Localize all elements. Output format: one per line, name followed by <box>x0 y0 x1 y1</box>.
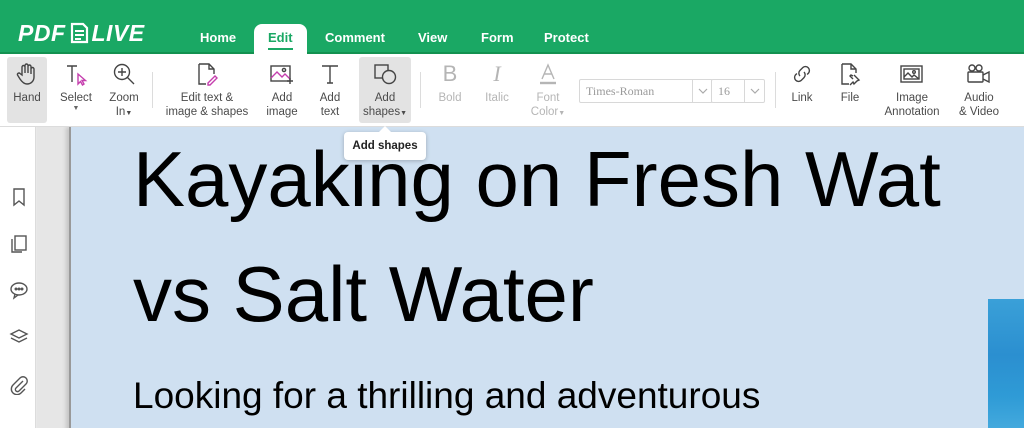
shapes-icon <box>359 57 411 91</box>
edit-toolbar: Hand Select ▼ Zoom In▼ Edit text & image… <box>0 54 1024 127</box>
hand-label: Hand <box>13 92 41 104</box>
bold-button[interactable]: B Bold <box>430 57 470 123</box>
edit-text-label-line2: image & shapes <box>165 106 249 118</box>
document-title-line2: vs Salt Water <box>133 250 594 338</box>
image-annotation-label-line1: Image <box>896 92 928 104</box>
add-image-label-line1: Add <box>271 92 293 104</box>
toolbar-divider <box>420 72 421 108</box>
tab-protect[interactable]: Protect <box>530 24 603 54</box>
chevron-down-icon <box>692 80 712 102</box>
add-shapes-label-line2: shapes▼ <box>362 106 408 118</box>
audio-video-label-line1: Audio <box>964 92 994 104</box>
file-label: File <box>840 92 860 104</box>
zoom-in-icon <box>104 57 144 91</box>
video-camera-icon <box>954 57 1004 91</box>
font-size-select[interactable]: 16 <box>711 79 765 103</box>
bookmark-icon[interactable] <box>9 187 29 207</box>
zoom-label-line2: In▼ <box>115 106 133 118</box>
font-color-label-line1: Font <box>536 92 560 104</box>
layers-icon[interactable] <box>9 327 29 347</box>
select-text-icon <box>56 57 96 91</box>
add-image-button[interactable]: Add image <box>262 57 302 123</box>
add-text-label-line1: Add <box>319 92 341 104</box>
font-color-label-line2: Color▼ <box>530 106 566 118</box>
font-family-value: Times-Roman <box>586 84 655 98</box>
pages-icon[interactable] <box>9 233 29 253</box>
add-text-button[interactable]: Add text <box>310 57 350 123</box>
audio-video-label-line2: & Video <box>958 106 1000 118</box>
tab-home[interactable]: Home <box>186 24 250 54</box>
select-dropdown-caret[interactable]: ▼ <box>56 105 96 113</box>
logo-text-pdf: PDF <box>18 19 66 46</box>
hand-tool-button[interactable]: Hand <box>7 57 47 123</box>
logo-document-icon <box>69 22 89 44</box>
zoom-in-button[interactable]: Zoom In▼ <box>104 57 144 123</box>
tab-comment[interactable]: Comment <box>311 24 399 54</box>
tab-edit[interactable]: Edit <box>254 24 307 54</box>
add-text-label-line2: text <box>320 106 340 118</box>
bold-icon: B <box>442 61 458 86</box>
toolbar-divider <box>775 72 776 108</box>
select-tool-button[interactable]: Select ▼ <box>56 57 96 123</box>
document-viewport[interactable]: Kayaking on Fresh Wat vs Salt Water Look… <box>37 127 1024 428</box>
logo-text-live: LIVE <box>91 19 145 46</box>
edit-document-icon <box>162 57 252 91</box>
edit-text-image-shapes-button[interactable]: Edit text & image & shapes <box>162 57 252 123</box>
add-shapes-button[interactable]: Add shapes▼ <box>359 57 411 123</box>
toolbar-divider <box>152 72 153 108</box>
add-shapes-tooltip: Add shapes <box>344 126 426 160</box>
zoom-label-line1: Zoom <box>109 92 139 104</box>
tab-view[interactable]: View <box>404 24 461 54</box>
image-annotation-button[interactable]: Image Annotation <box>880 57 944 123</box>
edit-text-label-line1: Edit text & <box>180 92 234 104</box>
tab-edit-label: Edit <box>268 30 293 45</box>
link-icon <box>783 57 821 91</box>
add-shapes-label-line1: Add <box>374 92 396 104</box>
audio-video-button[interactable]: Audio & Video <box>954 57 1004 123</box>
select-label: Select <box>60 92 92 104</box>
app-logo[interactable]: PDF LIVE <box>18 18 145 48</box>
link-button[interactable]: Link <box>783 57 821 123</box>
font-family-select[interactable]: Times-Roman <box>579 79 713 103</box>
add-image-label-line2: image <box>266 106 298 118</box>
attachment-icon[interactable] <box>9 375 29 396</box>
left-sidebar <box>0 127 36 428</box>
pdf-page[interactable]: Kayaking on Fresh Wat vs Salt Water Look… <box>69 127 1024 428</box>
italic-icon: I <box>493 61 501 86</box>
hand-icon <box>7 57 47 91</box>
file-pin-icon <box>831 57 869 91</box>
bold-label: Bold <box>438 92 462 104</box>
document-subtitle: Looking for a thrilling and adventurous <box>133 375 761 416</box>
font-color-icon <box>526 57 570 91</box>
document-title-line1: Kayaking on Fresh Wat <box>133 135 941 223</box>
file-attachment-button[interactable]: File <box>831 57 869 123</box>
italic-label: Italic <box>485 92 509 104</box>
water-photo-image <box>988 299 1024 428</box>
text-icon <box>310 57 350 91</box>
font-color-button[interactable]: Font Color▼ <box>526 57 570 123</box>
add-image-icon <box>262 57 302 91</box>
font-size-value: 16 <box>718 84 730 98</box>
active-tab-underline <box>268 48 293 50</box>
chevron-down-icon <box>744 80 764 102</box>
image-annotation-label-line2: Annotation <box>884 106 940 118</box>
tab-form[interactable]: Form <box>467 24 528 54</box>
italic-button[interactable]: I Italic <box>477 57 517 123</box>
image-annotation-icon <box>880 57 944 91</box>
link-label: Link <box>791 92 813 104</box>
comments-icon[interactable] <box>9 280 29 300</box>
top-navigation-bar: PDF LIVE Home Edit Comment View Form Pro… <box>0 0 1024 54</box>
